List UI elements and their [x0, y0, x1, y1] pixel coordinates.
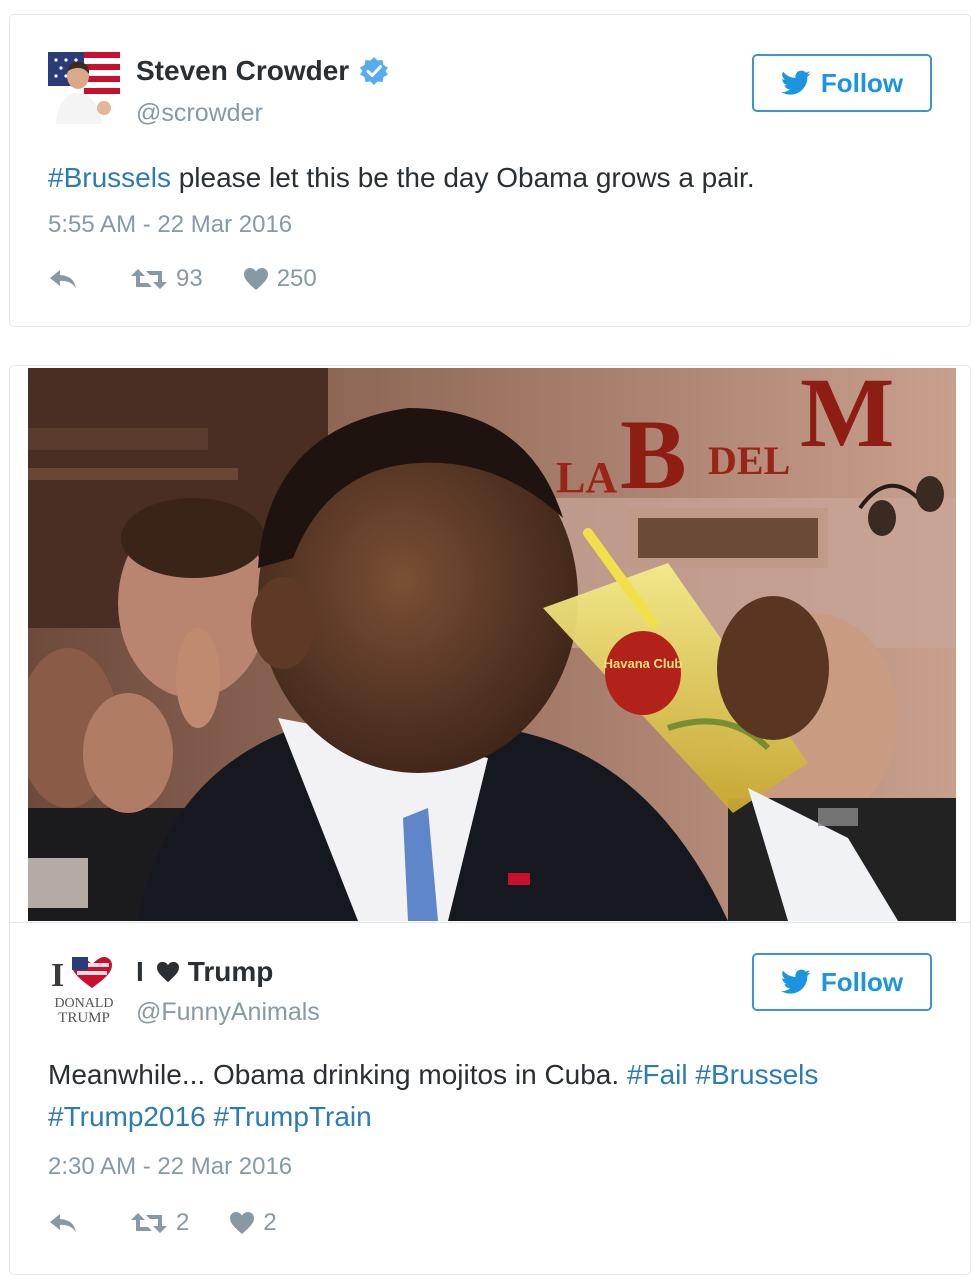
tweet-actions: 2 2: [48, 1209, 277, 1237]
like-count: 250: [276, 265, 317, 292]
tweet-text: Meanwhile... Obama drinking mojitos in C…: [48, 1054, 928, 1138]
retweet-count: 2: [176, 1209, 190, 1236]
hashtag-link[interactable]: #Fail: [627, 1059, 688, 1090]
reply-button[interactable]: [48, 1211, 78, 1235]
heart-icon: [243, 268, 268, 290]
avatar-text-i: I: [51, 957, 64, 994]
avatar[interactable]: [48, 52, 120, 124]
sign-text-b: B: [620, 399, 687, 510]
handle[interactable]: @scrowder: [136, 99, 263, 128]
reply-icon: [50, 1214, 76, 1232]
twitter-bird-icon: [780, 70, 811, 95]
hashtag-link[interactable]: #TrumpTrain: [214, 1101, 372, 1132]
photo-divider: [10, 922, 970, 923]
timestamp-link[interactable]: 2:30 AM - 22 Mar 2016: [48, 1153, 292, 1181]
avatar-text-trump: TRUMP: [58, 1010, 110, 1024]
avatar[interactable]: I DONALD TRUMP: [48, 952, 120, 1024]
author-name-row[interactable]: Steven Crowder: [136, 55, 389, 87]
retweet-button[interactable]: 93: [130, 265, 203, 293]
hashtag-link[interactable]: #Trump2016: [48, 1101, 206, 1132]
sign-text-del: DEL: [708, 438, 790, 483]
tweet-text: #Brussels please let this be the day Oba…: [48, 157, 755, 199]
follow-label: Follow: [820, 67, 904, 98]
sign-text-la: LA: [556, 453, 617, 502]
tweet-card-crowder: Steven Crowder @scrowder Follow #Brussel…: [9, 14, 971, 327]
glass-label: Havana Club: [604, 656, 683, 671]
twitter-bird-icon: [780, 969, 811, 994]
tweet-text-body: please let this be the day Obama grows a…: [170, 162, 755, 193]
like-count: 2: [263, 1209, 277, 1236]
like-button[interactable]: 250: [243, 265, 317, 293]
author-name-row[interactable]: I Trump: [136, 956, 273, 988]
hashtag-link[interactable]: #Brussels: [695, 1059, 818, 1090]
verified-badge-icon: [360, 57, 389, 85]
retweet-icon: [131, 269, 167, 289]
retweet-count: 93: [176, 265, 203, 292]
tweet-text-line-1: Meanwhile... Obama drinking mojitos in C…: [48, 1054, 928, 1096]
reply-button[interactable]: [48, 267, 78, 291]
handle[interactable]: @FunnyAnimals: [136, 998, 320, 1027]
display-name[interactable]: Steven Crowder: [136, 55, 349, 87]
reply-icon: [50, 270, 76, 288]
retweet-button[interactable]: 2: [130, 1209, 189, 1237]
follow-label: Follow: [820, 966, 904, 997]
display-name-suffix[interactable]: Trump: [188, 956, 274, 988]
avatar-text-donald: DONALD: [54, 996, 113, 1011]
sign-text-m: M: [800, 368, 894, 468]
tweet-card-trump: LA B DEL M Havana Club I DONALD TRUMP I …: [9, 365, 971, 1275]
follow-button[interactable]: Follow: [752, 54, 932, 112]
hashtag-link[interactable]: #Brussels: [48, 162, 171, 193]
tweet-photo[interactable]: LA B DEL M Havana Club: [28, 368, 956, 921]
heart-icon: [156, 961, 179, 983]
follow-button[interactable]: Follow: [752, 953, 932, 1011]
display-name-prefix[interactable]: I: [136, 956, 144, 988]
retweet-icon: [131, 1213, 167, 1233]
like-button[interactable]: 2: [229, 1209, 277, 1237]
heart-icon: [230, 1212, 255, 1234]
tweet-actions: 93 250: [48, 265, 317, 293]
tweet-text-body: Meanwhile... Obama drinking mojitos in C…: [48, 1059, 627, 1090]
timestamp-link[interactable]: 5:55 AM - 22 Mar 2016: [48, 211, 292, 239]
tweet-text-line-2: #Trump2016 #TrumpTrain: [48, 1096, 928, 1138]
text-space: [206, 1101, 214, 1132]
